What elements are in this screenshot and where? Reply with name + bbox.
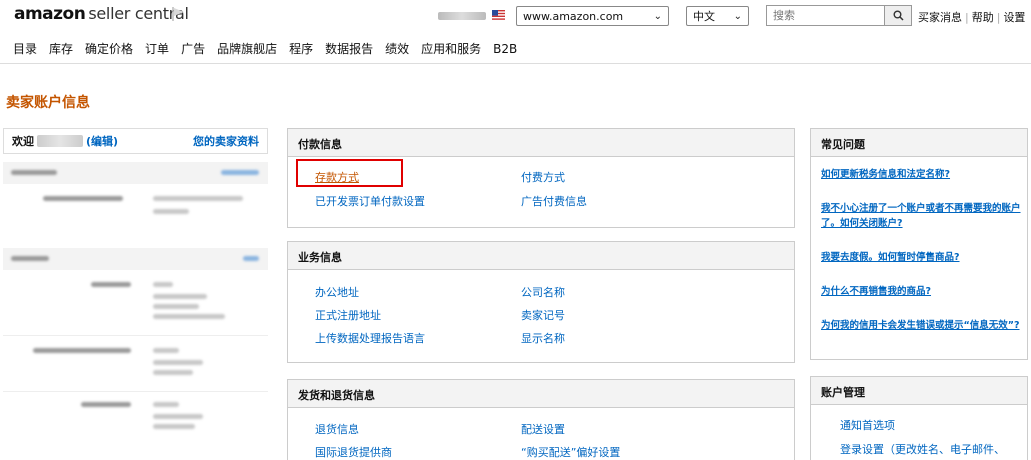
buy-shipping-preferences-link[interactable]: “购买配送”偏好设置 bbox=[521, 444, 620, 460]
us-flag-icon bbox=[492, 10, 505, 20]
business-info-panel: 业务信息 办公地址 公司名称 正式注册地址 卖家记号 上传数据处理报告语言 显示… bbox=[287, 241, 795, 363]
upload-report-language-link[interactable]: 上传数据处理报告语言 bbox=[315, 330, 425, 346]
flag-icon[interactable] bbox=[171, 6, 185, 22]
panel-title: 账户管理 bbox=[811, 377, 1027, 405]
nav-pricing[interactable]: 确定价格 bbox=[85, 40, 133, 57]
seller-profile-panel: 欢迎 (编辑) 您的卖家资料 bbox=[3, 128, 268, 460]
panel-title: 常见问题 bbox=[811, 129, 1027, 157]
nav-stores[interactable]: 品牌旗舰店 bbox=[217, 40, 277, 57]
search-icon bbox=[893, 10, 904, 21]
edit-link[interactable]: (编辑) bbox=[86, 133, 118, 149]
redacted-section-body bbox=[3, 184, 268, 240]
search-button[interactable] bbox=[884, 5, 912, 26]
faq-item[interactable]: 我要去度假。如何暂时停售商品? bbox=[821, 250, 1021, 265]
top-bar: amazon seller central www.amazon.com ⌄ 中… bbox=[0, 0, 1031, 34]
main-nav: 目录 库存 确定价格 订单 广告 品牌旗舰店 程序 数据报告 绩效 应用和服务 … bbox=[0, 34, 1031, 64]
welcome-text: 欢迎 bbox=[12, 135, 34, 148]
nav-inventory[interactable]: 库存 bbox=[49, 40, 73, 57]
seller-name-redacted bbox=[37, 135, 83, 147]
account-management-panel: 账户管理 通知首选项 登录设置（更改姓名、电子邮件、 bbox=[810, 376, 1028, 460]
settings-link[interactable]: 设置 bbox=[1003, 11, 1025, 24]
panel-title: 付款信息 bbox=[288, 129, 794, 157]
language-select-value: 中文 bbox=[693, 10, 715, 23]
shipping-returns-panel: 发货和退货信息 退货信息 配送设置 国际退货提供商 “购买配送”偏好设置 bbox=[287, 379, 795, 460]
page-title: 卖家账户信息 bbox=[6, 95, 90, 111]
chevron-down-icon: ⌄ bbox=[733, 10, 742, 22]
faq-item[interactable]: 为什么不再销售我的商品? bbox=[821, 284, 1021, 299]
marketplace-select-value: www.amazon.com bbox=[523, 9, 624, 23]
login-settings-link[interactable]: 登录设置（更改姓名、电子邮件、 bbox=[840, 441, 1005, 457]
chevron-down-icon: ⌄ bbox=[653, 10, 662, 22]
faq-panel: 常见问题 如何更新税务信息和法定名称? 我不小心注册了一个账户或者不再需要我的账… bbox=[810, 128, 1028, 360]
registered-address-link[interactable]: 正式注册地址 bbox=[315, 307, 381, 323]
marketplace-select[interactable]: www.amazon.com ⌄ bbox=[516, 6, 669, 26]
nav-orders[interactable]: 订单 bbox=[145, 40, 169, 57]
international-returns-provider-link[interactable]: 国际退货提供商 bbox=[315, 444, 392, 460]
faq-item[interactable]: 如何更新税务信息和法定名称? bbox=[821, 167, 1021, 182]
office-address-link[interactable]: 办公地址 bbox=[315, 284, 359, 300]
account-name-redacted bbox=[438, 12, 486, 20]
notification-preferences-link[interactable]: 通知首选项 bbox=[840, 417, 895, 433]
nav-apps-services[interactable]: 应用和服务 bbox=[421, 40, 481, 57]
panel-title: 业务信息 bbox=[288, 242, 794, 270]
invoiced-order-payment-settings-link[interactable]: 已开发票订单付款设置 bbox=[315, 193, 425, 209]
nav-catalog[interactable]: 目录 bbox=[13, 40, 37, 57]
advertising-payment-info-link[interactable]: 广告付费信息 bbox=[521, 193, 587, 209]
redacted-section-header bbox=[3, 162, 268, 184]
redacted-section-body bbox=[3, 336, 268, 392]
nav-b2b[interactable]: B2B bbox=[493, 42, 517, 56]
shipping-settings-link[interactable]: 配送设置 bbox=[521, 421, 565, 437]
nav-programs[interactable]: 程序 bbox=[289, 40, 313, 57]
nav-reports[interactable]: 数据报告 bbox=[325, 40, 373, 57]
payment-info-panel: 付款信息 存款方式 付费方式 已开发票订单付款设置 广告付费信息 bbox=[287, 128, 795, 228]
nav-advertising[interactable]: 广告 bbox=[181, 40, 205, 57]
help-link[interactable]: 帮助 bbox=[972, 11, 994, 24]
faq-item[interactable]: 我不小心注册了一个账户或者不再需要我的账户了。如何关闭账户? bbox=[821, 201, 1021, 231]
company-name-link[interactable]: 公司名称 bbox=[521, 284, 565, 300]
display-name-link[interactable]: 显示名称 bbox=[521, 330, 565, 346]
charge-method-link[interactable]: 付费方式 bbox=[521, 169, 565, 185]
redacted-section-body bbox=[3, 270, 268, 336]
redacted-section-body bbox=[3, 392, 268, 452]
language-select[interactable]: 中文 ⌄ bbox=[686, 6, 749, 26]
deposit-method-link[interactable]: 存款方式 bbox=[315, 169, 359, 185]
seller-profile-link[interactable]: 您的卖家资料 bbox=[193, 133, 259, 149]
merchant-token-link[interactable]: 卖家记号 bbox=[521, 307, 565, 323]
search-input[interactable] bbox=[766, 5, 884, 26]
welcome-bar: 欢迎 (编辑) 您的卖家资料 bbox=[3, 128, 268, 154]
panel-title: 发货和退货信息 bbox=[288, 380, 794, 408]
faq-item[interactable]: 为何我的信用卡会发生错误或提示“信息无效”? bbox=[821, 318, 1021, 333]
nav-performance[interactable]: 绩效 bbox=[385, 40, 409, 57]
buyer-messages-link[interactable]: 买家消息 bbox=[918, 11, 962, 24]
logo-brand: amazon bbox=[14, 4, 86, 24]
redacted-section-header bbox=[3, 248, 268, 270]
returns-info-link[interactable]: 退货信息 bbox=[315, 421, 359, 437]
seller-central-logo[interactable]: amazon seller central bbox=[14, 4, 189, 24]
top-links: 买家消息 | 帮助 | 设置 bbox=[918, 11, 1026, 24]
